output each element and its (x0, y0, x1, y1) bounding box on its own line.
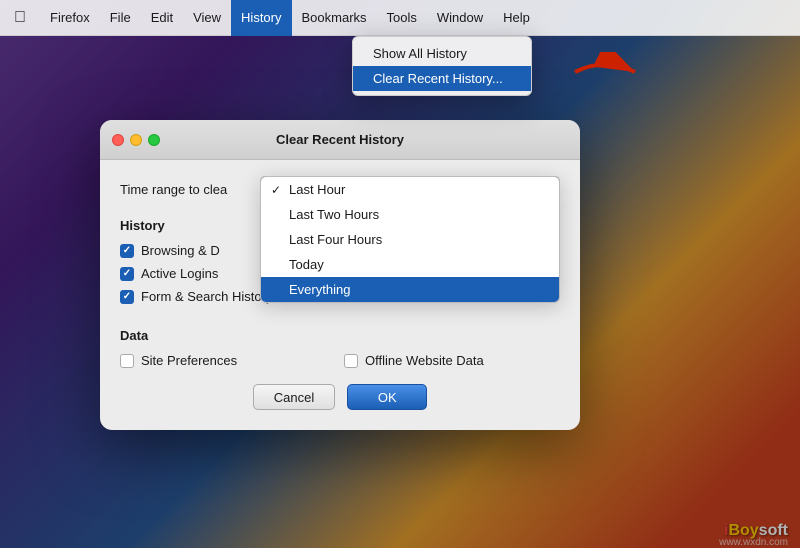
help-menu[interactable]: Help (493, 0, 540, 36)
apple-menu[interactable]:  (0, 0, 40, 36)
browsing-label: Browsing & D (141, 243, 220, 258)
option-today[interactable]: Today (261, 252, 559, 277)
window-menu[interactable]: Window (427, 0, 493, 36)
annotation-arrow (565, 52, 645, 99)
data-section: Data Site Preferences Offline Website Da… (120, 328, 560, 368)
check-icon: ✓ (123, 291, 131, 302)
dialog-title: Clear Recent History (116, 132, 564, 147)
ok-button[interactable]: OK (347, 384, 427, 410)
traffic-lights (112, 134, 160, 146)
browsing-checkbox[interactable]: ✓ (120, 244, 134, 258)
site-prefs-checkbox-row: Site Preferences (120, 353, 336, 368)
option-everything[interactable]: Everything (261, 277, 559, 302)
section-divider (120, 312, 560, 328)
site-prefs-label: Site Preferences (141, 353, 237, 368)
active-logins-label: Active Logins (141, 266, 218, 281)
clear-history-dialog: Clear Recent History Time range to clea … (100, 120, 580, 430)
time-range-select-wrapper[interactable]: Everything ▼ Last Hour Last Two Hours La… (260, 176, 560, 202)
dialog-titlebar: Clear Recent History (100, 120, 580, 160)
dialog-buttons: Cancel OK (120, 384, 560, 410)
check-icon: ✓ (123, 245, 131, 256)
file-menu[interactable]: File (100, 0, 141, 36)
option-last-two-hours[interactable]: Last Two Hours (261, 202, 559, 227)
option-last-hour[interactable]: Last Hour (261, 177, 559, 202)
time-range-row: Time range to clea Everything ▼ Last Hou… (120, 176, 560, 202)
history-dropdown: Show All History Clear Recent History... (352, 36, 532, 96)
tools-menu[interactable]: Tools (377, 0, 427, 36)
offline-data-label: Offline Website Data (365, 353, 484, 368)
close-button[interactable] (112, 134, 124, 146)
check-icon: ✓ (123, 268, 131, 279)
maximize-button[interactable] (148, 134, 160, 146)
offline-data-checkbox[interactable] (344, 354, 358, 368)
firefox-menu[interactable]: Firefox (40, 0, 100, 36)
bookmarks-menu[interactable]: Bookmarks (292, 0, 377, 36)
site-prefs-checkbox[interactable] (120, 354, 134, 368)
show-all-history-item[interactable]: Show All History (353, 41, 531, 66)
time-range-dropdown: Last Hour Last Two Hours Last Four Hours… (260, 176, 560, 303)
clear-recent-history-item[interactable]: Clear Recent History... (353, 66, 531, 91)
offline-data-checkbox-row: Offline Website Data (344, 353, 560, 368)
view-menu[interactable]: View (183, 0, 231, 36)
data-section-heading: Data (120, 328, 560, 343)
dialog-body: Time range to clea Everything ▼ Last Hou… (100, 160, 580, 430)
form-search-checkbox[interactable]: ✓ (120, 290, 134, 304)
form-search-label: Form & Search History (141, 289, 272, 304)
menubar:  Firefox File Edit View History Bookmar… (0, 0, 800, 36)
minimize-button[interactable] (130, 134, 142, 146)
cancel-button[interactable]: Cancel (253, 384, 335, 410)
time-range-label: Time range to clea (120, 182, 260, 197)
active-logins-checkbox[interactable]: ✓ (120, 267, 134, 281)
data-checkboxes: Site Preferences Offline Website Data (120, 353, 560, 368)
edit-menu[interactable]: Edit (141, 0, 183, 36)
history-menu[interactable]: History (231, 0, 291, 36)
option-last-four-hours[interactable]: Last Four Hours (261, 227, 559, 252)
